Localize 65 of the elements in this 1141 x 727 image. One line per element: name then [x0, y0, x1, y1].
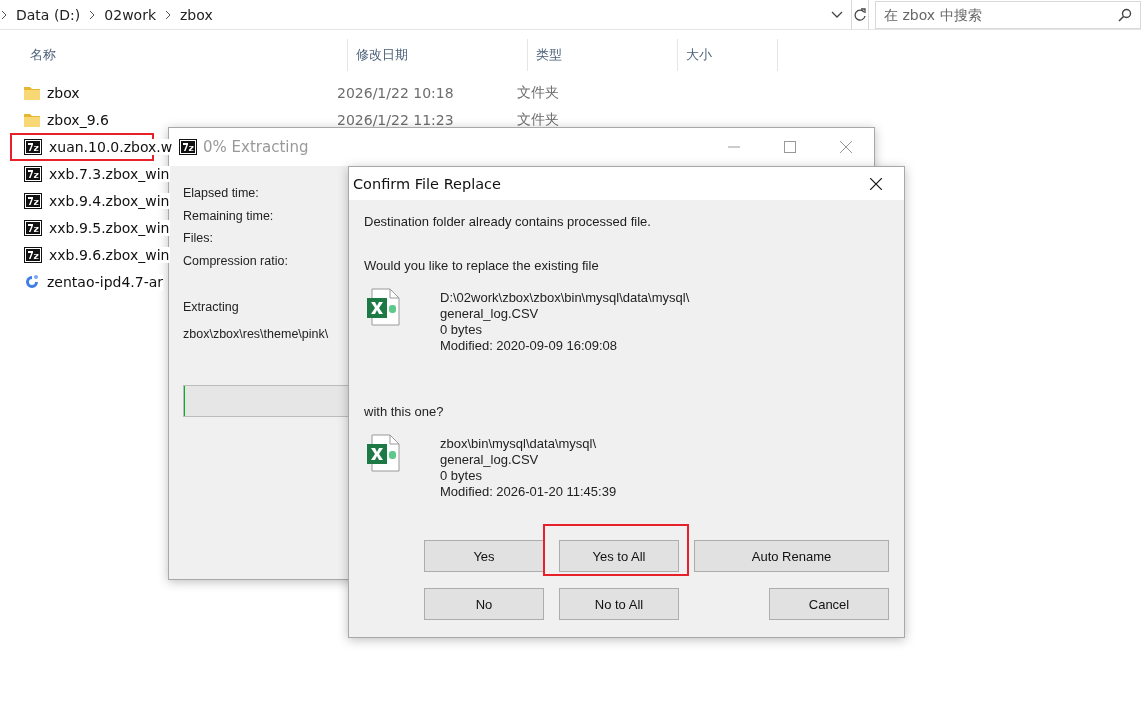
dialog-button[interactable]: Cancel: [769, 588, 889, 620]
file-name[interactable]: xxb.9.4.zbox_win: [49, 192, 170, 209]
swirl-icon: [24, 273, 40, 290]
archive-icon: [24, 219, 42, 236]
chevron-icon: [88, 9, 97, 20]
message-text: Destination folder already contains processed file.: [364, 214, 651, 230]
modified-date: 2026/1/22 10:18: [337, 84, 455, 101]
modified-date: 2026/1/22 11:23: [337, 111, 455, 128]
stat-label: Elapsed time:: [183, 185, 259, 202]
breadcrumb-item[interactable]: Data (D:): [16, 6, 81, 23]
dialog-button[interactable]: Yes to All: [559, 540, 679, 572]
stat-label: Remaining time:: [183, 207, 274, 225]
window-title: 0% Extracting: [203, 138, 309, 156]
stat-label: Compression ratio:: [183, 252, 288, 270]
file-path: zbox\zbox\res\theme\pink\: [183, 325, 329, 343]
dialog-button[interactable]: No to All: [559, 588, 679, 620]
address-bar[interactable]: Data (D:) 02work zbox: [0, 0, 852, 30]
file-name[interactable]: xuan.10.0.zbox.w: [49, 138, 173, 155]
file-detail: Modified: 2026-01-20 11:45:39: [440, 484, 617, 500]
archive-icon: [24, 138, 42, 155]
file-type: 文件夹: [517, 83, 559, 102]
chevron-icon: [0, 9, 8, 20]
file-detail: general_log.CSV: [440, 306, 539, 322]
column-header[interactable]: 大小: [686, 46, 712, 64]
archive-icon: [179, 139, 197, 155]
dropdown-icon[interactable]: [831, 10, 843, 19]
chevron-icon: [164, 9, 172, 20]
file-name[interactable]: zbox: [47, 84, 80, 101]
file-type: 文件夹: [517, 110, 559, 129]
question-text: Would you like to replace the existing file: [364, 258, 599, 274]
file-detail: D:\02work\zbox\zbox\bin\mysql\data\mysql\: [440, 290, 690, 306]
folder-icon: [24, 112, 40, 127]
archive-icon: [24, 192, 42, 209]
stat-label: Files:: [183, 230, 213, 247]
file-name[interactable]: zentao-ipd4.7-ar: [47, 273, 164, 290]
file-detail: zbox\bin\mysql\data\mysql\: [440, 436, 597, 452]
maximize-icon[interactable]: [784, 141, 796, 153]
column-header[interactable]: 类型: [536, 46, 562, 64]
file-detail: 0 bytes: [440, 322, 482, 338]
file-name[interactable]: xxb.7.3.zbox_win: [49, 165, 170, 182]
file-name[interactable]: xxb.9.6.zbox_win: [49, 246, 170, 263]
spreadsheet-file-icon: [366, 434, 402, 472]
archive-icon: [24, 246, 42, 263]
spreadsheet-file-icon: [366, 288, 402, 326]
file-detail: Modified: 2020-09-09 16:09:08: [440, 338, 618, 354]
file-detail: 0 bytes: [440, 468, 482, 484]
action-label: Extracting: [183, 299, 239, 316]
breadcrumb-item[interactable]: 02work: [104, 6, 156, 23]
search-icon: [1118, 7, 1132, 22]
dialog-title: Confirm File Replace: [353, 175, 501, 192]
close-icon[interactable]: [870, 177, 882, 190]
refresh-icon[interactable]: [853, 6, 867, 23]
file-detail: general_log.CSV: [440, 452, 539, 468]
folder-icon: [24, 85, 40, 100]
question-text: with this one?: [364, 404, 444, 420]
file-name[interactable]: zbox_9.6: [47, 111, 109, 128]
dialog-button[interactable]: Yes: [424, 540, 544, 572]
breadcrumb-item[interactable]: zbox: [180, 6, 213, 23]
dialog-button[interactable]: Auto Rename: [694, 540, 889, 572]
archive-icon: [24, 165, 42, 182]
dialog-button[interactable]: No: [424, 588, 544, 620]
column-header[interactable]: 名称: [30, 46, 56, 64]
file-name[interactable]: xxb.9.5.zbox_win: [49, 219, 170, 236]
column-header[interactable]: 修改日期: [356, 46, 408, 64]
search-field[interactable]: 在 zbox 中搜索: [875, 0, 1141, 29]
